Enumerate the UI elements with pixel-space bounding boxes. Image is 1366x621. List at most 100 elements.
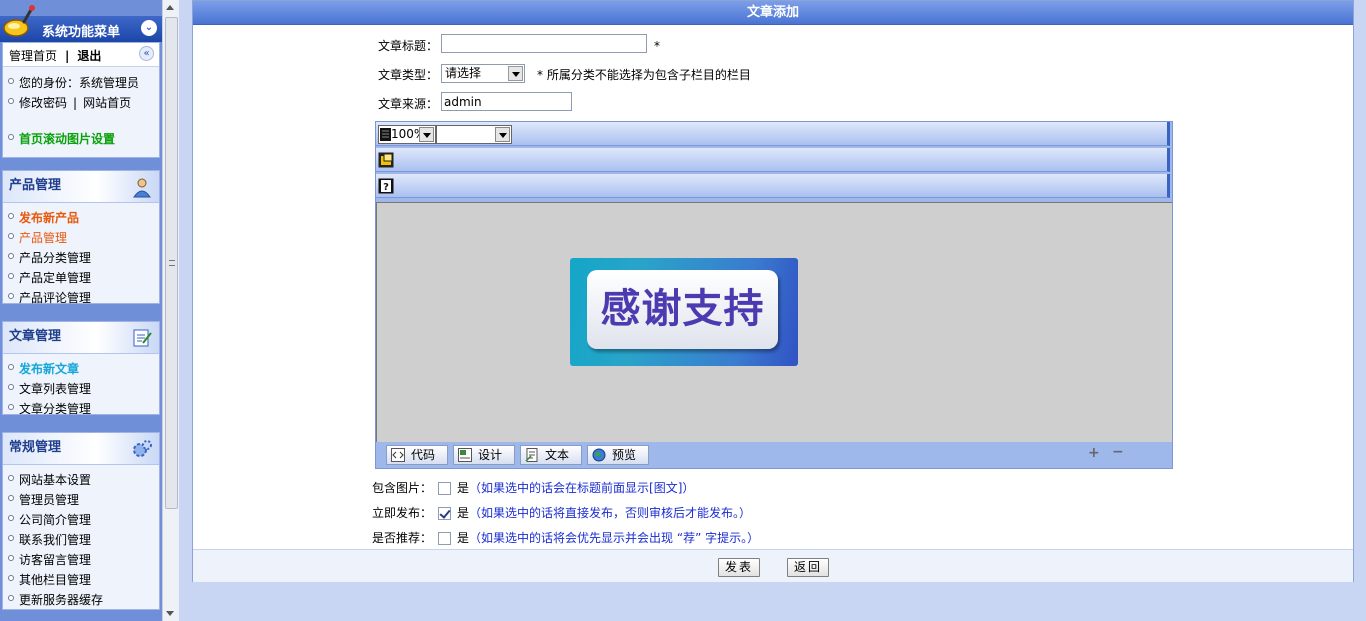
user-icon [133, 178, 151, 198]
article-add-panel: 文章添加 文章标题： * 文章类型： 请选择 * 所属分类不能选择为包含子栏目的… [192, 0, 1354, 582]
double-chevron-left-icon[interactable]: « [139, 46, 154, 61]
thanks-image: 感谢支持 [570, 258, 798, 366]
grip-icon [169, 260, 175, 266]
article-section-header: 文章管理 [3, 322, 159, 354]
sidebar-item-publish-product[interactable]: 发布新产品 [3, 208, 159, 228]
tab-design-label: 设计 [478, 448, 503, 462]
shrink-editor-minus-icon[interactable]: − [1112, 444, 1124, 460]
identity-text: 您的身份：系统管理员 [3, 73, 159, 93]
edit-document-icon [133, 329, 152, 347]
sidebar: 系统功能菜单 ⌄ 管理首页 | 退出 « 您的身份：系统管理员 修改密码 | 网站首页 … [0, 0, 162, 621]
general-section-title: 常规管理 [9, 440, 62, 455]
recommend-checkbox[interactable] [438, 532, 452, 545]
product-section-title: 产品管理 [9, 178, 62, 193]
tab-text[interactable]: 文本 [520, 445, 582, 465]
thanks-image-text: 感谢支持 [587, 270, 778, 349]
font-dropdown-icon[interactable] [495, 127, 510, 142]
tab-preview-label: 预览 [612, 448, 637, 462]
zoom-icon [380, 128, 391, 141]
panel-title: 文章添加 [193, 1, 1353, 25]
source-label: 文章来源： [378, 97, 439, 111]
sidebar-scrollbar[interactable] [162, 0, 179, 621]
option-recommend-yes: 是 [457, 531, 470, 545]
gears-icon [133, 440, 152, 457]
scrollbar-thumb[interactable] [165, 17, 178, 509]
article-section: 文章管理 发布新文章 文章列表管理 文章分类管理 [2, 321, 160, 416]
sidebar-item-site-settings[interactable]: 网站基本设置 [3, 470, 159, 490]
article-type-select[interactable]: 请选择 [441, 64, 525, 83]
sidebar-item-product-comments[interactable]: 产品评论管理 [3, 288, 159, 308]
article-title-input[interactable] [441, 34, 647, 53]
option-recommend-label: 是否推荐： [372, 531, 433, 545]
sidebar-item-other-columns[interactable]: 其他栏目管理 [3, 570, 159, 590]
zoom-dropdown-icon[interactable] [419, 127, 434, 142]
tab-preview[interactable]: 预览 [587, 445, 649, 465]
insert-image-icon[interactable] [378, 152, 394, 168]
include-image-checkbox[interactable] [438, 482, 452, 495]
source-input[interactable] [441, 92, 572, 111]
submit-button[interactable]: 发表 [718, 558, 761, 577]
rich-text-editor: 100% ? 感谢支持 代码 设计 文本 预览 + − [375, 121, 1173, 469]
option-image-hint: （如果选中的话会在标题前面显示[图文]） [469, 481, 695, 495]
dropdown-arrow-icon[interactable] [508, 66, 523, 81]
admin-home-link[interactable]: 管理首页 [9, 49, 57, 63]
article-type-selected: 请选择 [445, 66, 482, 80]
editor-toolbar-2 [376, 148, 1170, 172]
website-home-link[interactable]: 网站首页 [83, 96, 131, 110]
sidebar-item-publish-article[interactable]: 发布新文章 [3, 359, 159, 379]
sidebar-item-contact-us[interactable]: 联系我们管理 [3, 530, 159, 550]
editor-mode-bar: 代码 设计 文本 预览 + − [376, 442, 1172, 468]
article-type-note: * 所属分类不能选择为包含子栏目的栏目 [537, 68, 751, 82]
collapse-menu-icon[interactable]: ⌄ [141, 20, 157, 36]
tab-design[interactable]: 设计 [453, 445, 515, 465]
sidebar-item-product-orders[interactable]: 产品定单管理 [3, 268, 159, 288]
link-separator: | [73, 96, 78, 110]
tab-code-label: 代码 [411, 448, 436, 462]
editor-toolbar-1: 100% [376, 122, 1170, 146]
slider-settings-link[interactable]: 首页滚动图片设置 [3, 129, 159, 149]
menu-title: 系统功能菜单 [42, 25, 121, 40]
general-section: 常规管理 网站基本设置 管理员管理 公司简介管理 联系我们管理 访客留言管理 其… [2, 432, 160, 610]
menu-header: 系统功能菜单 ⌄ [0, 5, 162, 42]
required-mark: * [654, 39, 660, 53]
top-links-row: 管理首页 | 退出 « [3, 43, 159, 67]
sidebar-item-admin-manage[interactable]: 管理员管理 [3, 490, 159, 510]
editor-toolbar-3: ? [376, 174, 1170, 198]
logout-link[interactable]: 退出 [77, 49, 101, 63]
tab-code[interactable]: 代码 [386, 445, 448, 465]
back-button[interactable]: 返回 [787, 558, 830, 577]
sidebar-item-product-manage[interactable]: 产品管理 [3, 228, 159, 248]
publish-now-checkbox[interactable] [438, 507, 452, 520]
enlarge-editor-plus-icon[interactable]: + [1088, 445, 1100, 461]
editor-canvas[interactable]: 感谢支持 [376, 202, 1172, 442]
option-row-recommend: 是否推荐： 是（如果选中的话将会优先显示并会出现 “荐” 字提示。） [372, 529, 759, 546]
separator: | [65, 49, 70, 63]
sidebar-item-article-list[interactable]: 文章列表管理 [3, 379, 159, 399]
option-publish-yes: 是 [457, 506, 470, 520]
font-select[interactable] [436, 125, 512, 144]
option-publish-label: 立即发布： [372, 506, 433, 520]
svg-text:?: ? [383, 182, 389, 193]
option-image-yes: 是 [457, 481, 470, 495]
logo-icon [3, 5, 35, 37]
zoom-select[interactable]: 100% [378, 125, 436, 144]
tab-text-label: 文本 [545, 448, 570, 462]
option-row-publish: 立即发布： 是（如果选中的话将直接发布，否则审核后才能发布。） [372, 504, 751, 521]
scroll-down-arrow-icon[interactable] [166, 611, 174, 616]
option-publish-hint: （如果选中的话将直接发布，否则审核后才能发布。） [469, 506, 752, 520]
globe-icon [592, 448, 606, 462]
sidebar-item-guestbook[interactable]: 访客留言管理 [3, 550, 159, 570]
scroll-up-arrow-icon[interactable] [166, 5, 174, 10]
design-icon [458, 448, 472, 462]
account-links: 修改密码 | 网站首页 [3, 93, 159, 113]
change-password-link[interactable]: 修改密码 [19, 96, 67, 110]
sidebar-item-product-category[interactable]: 产品分类管理 [3, 248, 159, 268]
product-section: 产品管理 发布新产品 产品管理 产品分类管理 产品定单管理 产品评论管理 [2, 170, 160, 305]
type-row: 文章类型： [378, 66, 438, 83]
source-row: 文章来源： [378, 95, 438, 112]
sidebar-item-company-intro[interactable]: 公司简介管理 [3, 510, 159, 530]
sidebar-item-article-category[interactable]: 文章分类管理 [3, 399, 159, 419]
help-icon[interactable]: ? [378, 178, 394, 194]
option-image-label: 包含图片： [372, 481, 433, 495]
sidebar-item-update-cache[interactable]: 更新服务器缓存 [3, 590, 159, 610]
